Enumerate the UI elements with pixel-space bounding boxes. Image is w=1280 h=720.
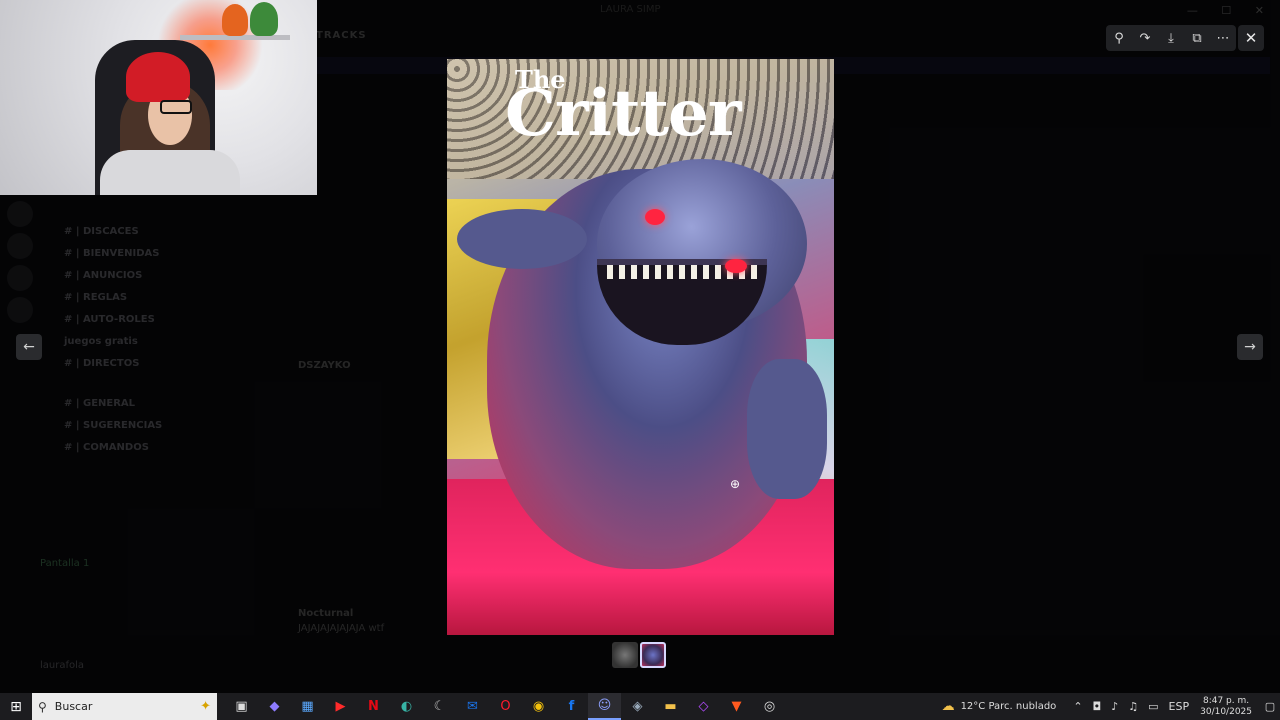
channel-item[interactable]: # | BIENVENIDAS: [40, 243, 240, 265]
app-icon[interactable]: ◈: [621, 693, 654, 720]
minimize-icon[interactable]: —: [1187, 4, 1198, 17]
channel-item[interactable]: # | DISCACES: [40, 221, 240, 243]
chrome-icon[interactable]: ◉: [522, 693, 555, 720]
taskbar: ⊞ ⚲ Buscar ✦ ▣ ◆ ▦ ▶ N ◐ ☾ ✉ O ◉ f ☺ ◈ ▬…: [0, 693, 1280, 720]
facebook-icon[interactable]: f: [555, 693, 588, 720]
system-tray: ☁ 12°C Parc. nublado ⌃ ◘ ♪ ♫ ▭ ESP 8:47 …: [942, 693, 1280, 720]
app-icon[interactable]: ☾: [423, 693, 456, 720]
weather-widget[interactable]: ☁ 12°C Parc. nublado: [942, 699, 1057, 714]
zoom-cursor-icon: ⊕: [730, 477, 741, 491]
file-explorer-icon[interactable]: ▬: [654, 693, 687, 720]
channel-item[interactable]: juegos gratis: [40, 331, 240, 353]
next-image-button[interactable]: →: [1237, 334, 1263, 360]
viewer-image[interactable]: The Critter: [447, 59, 834, 635]
network-icon[interactable]: ▭: [1148, 700, 1158, 713]
channel-item[interactable]: # | DIRECTOS: [40, 353, 240, 375]
app-icon[interactable]: ◇: [687, 693, 720, 720]
task-view-icon[interactable]: ▣: [225, 693, 258, 720]
search-label: Buscar: [54, 700, 93, 713]
netflix-icon[interactable]: N: [357, 693, 390, 720]
thumbnail-1[interactable]: [612, 642, 638, 668]
download-icon[interactable]: ⤓: [1161, 31, 1181, 46]
close-viewer-button[interactable]: ✕: [1238, 25, 1264, 51]
message-author[interactable]: Nocturnal: [298, 608, 353, 619]
taskbar-apps: ▣ ◆ ▦ ▶ N ◐ ☾ ✉ O ◉ f ☺ ◈ ▬ ◇ ▼ ◎: [225, 693, 786, 720]
voice-panel: Pantalla 1: [0, 550, 240, 660]
discord-icon[interactable]: ☺: [588, 693, 621, 720]
image-title-main: Critter: [505, 76, 742, 151]
chat-header: TRACKS: [316, 30, 367, 41]
opera-icon[interactable]: O: [489, 693, 522, 720]
cloud-sun-icon: ☁: [941, 699, 955, 714]
thumbnail-2[interactable]: [640, 642, 666, 668]
thumbnail-strip: [612, 642, 666, 668]
open-external-icon[interactable]: ⧉: [1187, 31, 1207, 46]
channel-item[interactable]: # | SUGERENCIAS: [40, 415, 240, 437]
rotate-icon[interactable]: ↷: [1135, 31, 1155, 46]
copilot-icon[interactable]: ◆: [258, 693, 291, 720]
channel-item[interactable]: # | GENERAL: [40, 393, 240, 415]
channel-item[interactable]: # | COMANDOS: [40, 437, 240, 459]
weather-text: 12°C Parc. nublado: [960, 701, 1057, 712]
camera-icon[interactable]: ◘: [1093, 700, 1102, 713]
volume-icon[interactable]: ♫: [1128, 700, 1138, 713]
taskbar-search[interactable]: ⚲ Buscar ✦: [32, 693, 217, 720]
more-icon[interactable]: ⋯: [1213, 31, 1233, 46]
channel-item[interactable]: # | AUTO-ROLES: [40, 309, 240, 331]
outlook-icon[interactable]: ✉: [456, 693, 489, 720]
zoom-in-icon[interactable]: ⚲: [1109, 31, 1129, 46]
app-icon[interactable]: ◎: [753, 693, 786, 720]
window-controls: — ☐ ✕: [1167, 4, 1264, 17]
message-author[interactable]: DSZAYKO: [298, 360, 351, 371]
youtube-icon[interactable]: ▶: [324, 693, 357, 720]
server-icon[interactable]: [7, 201, 33, 227]
sparkle-icon[interactable]: ✦: [200, 699, 211, 714]
close-window-icon[interactable]: ✕: [1255, 4, 1264, 17]
user-bar: laurafola: [0, 655, 240, 693]
microphone-icon[interactable]: ♪: [1111, 700, 1118, 713]
brave-icon[interactable]: ▼: [720, 693, 753, 720]
clock-time: 8:47 p. m.: [1202, 695, 1250, 706]
maximize-icon[interactable]: ☐: [1221, 4, 1231, 17]
start-button[interactable]: ⊞: [0, 699, 32, 715]
channel-item[interactable]: # | ANUNCIOS: [40, 265, 240, 287]
store-icon[interactable]: ▦: [291, 693, 324, 720]
server-icon[interactable]: [7, 233, 33, 259]
viewer-toolbar: ⚲ ↷ ⤓ ⧉ ⋯: [1106, 25, 1236, 51]
chevron-up-icon[interactable]: ⌃: [1073, 700, 1082, 713]
user-name[interactable]: laurafola: [40, 659, 240, 673]
clock-date: 30/10/2025: [1200, 706, 1252, 717]
server-icon[interactable]: [7, 265, 33, 291]
notification-icon[interactable]: ▢: [1260, 700, 1280, 713]
previous-image-button[interactable]: ←: [16, 334, 42, 360]
search-icon: ⚲: [38, 699, 47, 714]
message-text: JAJAJAJAJAJAJA wtf: [298, 623, 385, 634]
voice-channel[interactable]: Pantalla 1: [0, 550, 240, 569]
window-title: LAURA SIMP: [600, 4, 661, 15]
server-icon[interactable]: [7, 297, 33, 323]
clock[interactable]: 8:47 p. m. 30/10/2025: [1200, 696, 1252, 718]
webcam-overlay: [0, 0, 317, 195]
language-indicator[interactable]: ESP: [1169, 700, 1190, 713]
edge-icon[interactable]: ◐: [390, 693, 423, 720]
channel-item[interactable]: # | REGLAS: [40, 287, 240, 309]
